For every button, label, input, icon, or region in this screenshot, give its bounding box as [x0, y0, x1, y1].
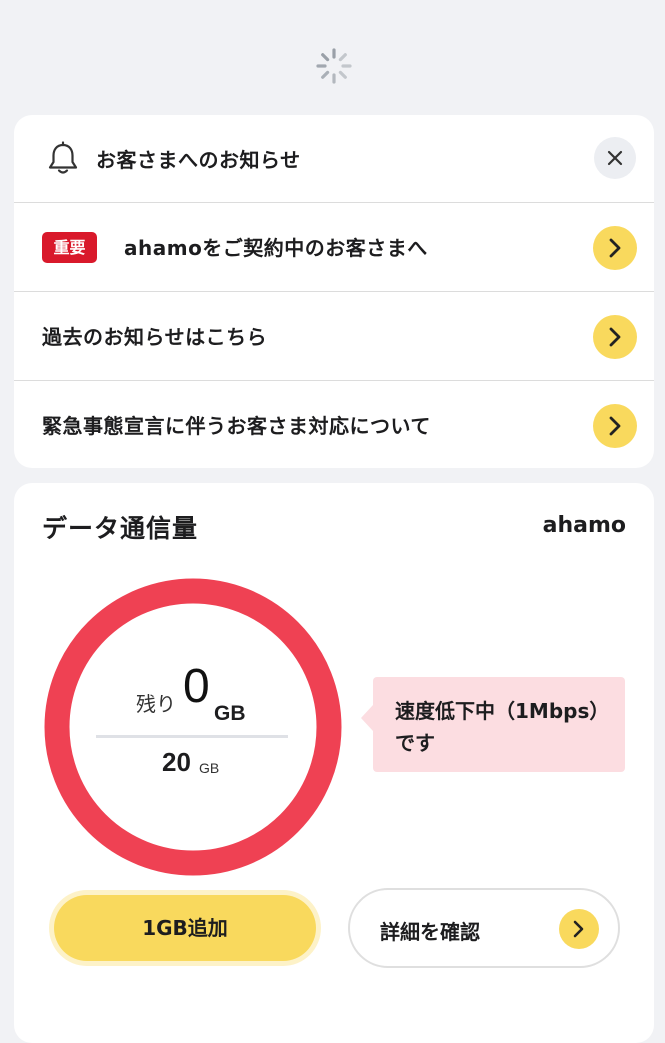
- speed-throttle-notice: 速度低下中（1Mbps）です: [361, 677, 625, 772]
- notice-item-open-button[interactable]: [593, 226, 637, 270]
- plan-name: ahamo: [542, 513, 626, 538]
- add-1gb-button[interactable]: 1GB追加: [54, 895, 316, 961]
- total-unit: GB: [199, 760, 220, 776]
- notice-item-important[interactable]: 重要 ahamoをご契約中のお客さまへ: [14, 202, 654, 290]
- data-usage-card: データ通信量 ahamo 残り 0 GB 20 GB 速度低下中（1Mbps）で…: [14, 483, 654, 1043]
- chevron-right-icon: [609, 238, 621, 258]
- notice-item-label: 緊急事態宣言に伴うお客さま対応について: [42, 414, 431, 438]
- data-remaining-gauge: [44, 578, 342, 876]
- notice-item-open-button[interactable]: [593, 404, 637, 448]
- notice-item-past[interactable]: 過去のお知らせはこちら: [14, 291, 654, 379]
- chevron-right-icon: [559, 909, 599, 949]
- gauge-divider: [96, 735, 288, 738]
- notice-header-title: お客さまへのお知らせ: [96, 148, 301, 172]
- important-badge: 重要: [42, 232, 97, 263]
- data-usage-title: データ通信量: [42, 514, 199, 543]
- remaining-label: 残り: [136, 692, 176, 716]
- notice-item-emergency[interactable]: 緊急事態宣言に伴うお客さま対応について: [14, 380, 654, 468]
- chevron-right-icon: [609, 416, 621, 436]
- notice-card: お客さまへのお知らせ 重要 ahamoをご契約中のお客さまへ 過去のお知らせはこ…: [14, 115, 654, 468]
- notice-item-open-button[interactable]: [593, 315, 637, 359]
- remaining-value: 0: [183, 660, 210, 713]
- notice-item-label: ahamoをご契約中のお客さまへ: [124, 236, 428, 260]
- loading-spinner-icon: [314, 46, 354, 86]
- bell-icon: [46, 141, 80, 177]
- remaining-unit: GB: [214, 702, 246, 725]
- notice-item-label: 過去のお知らせはこちら: [42, 325, 268, 349]
- view-details-button[interactable]: 詳細を確認: [348, 888, 620, 968]
- notice-header: お客さまへのお知らせ: [14, 115, 654, 203]
- chevron-right-icon: [609, 327, 621, 347]
- view-details-label: 詳細を確認: [380, 920, 480, 944]
- total-value: 20: [162, 747, 191, 777]
- close-icon: [607, 150, 623, 166]
- close-notices-button[interactable]: [594, 137, 636, 179]
- gauge-ring: [44, 578, 342, 876]
